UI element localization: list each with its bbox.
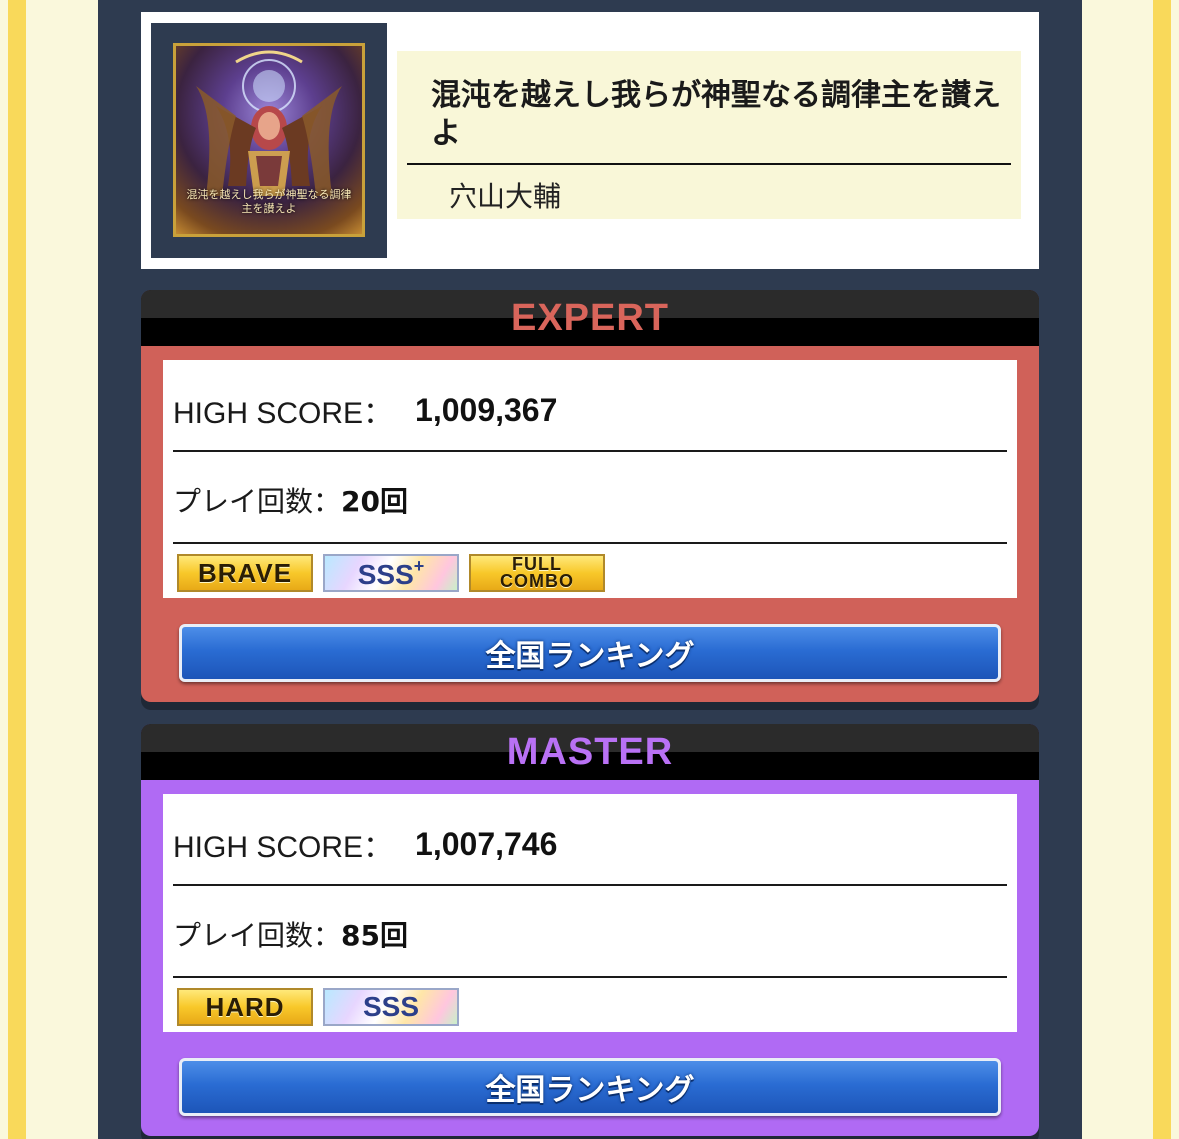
badge-sss-plus: SSS+ [323, 554, 459, 592]
badge-full-combo: FULL COMBO [469, 554, 605, 592]
badge-list: BRAVE SSS+ FULL COMBO [177, 554, 605, 592]
high-score-value: 1,007,746 [415, 825, 558, 862]
song-artist: 穴山大輔 [449, 180, 562, 213]
song-jacket-image: 混沌を越えし我らが神聖なる調律主を讃えよ [173, 43, 365, 237]
score-card: HIGH SCORE： 1,009,367 プレイ回数： 20回 BRAVE S… [163, 360, 1017, 598]
song-title: 混沌を越えし我らが神聖なる調律主を讃えよ [431, 78, 1001, 151]
ranking-button-label: 全国ランキング [485, 1073, 695, 1108]
song-info-box: 混沌を越えし我らが神聖なる調律主を讃えよ 穴山大輔 [397, 51, 1021, 219]
play-count-row: プレイ回数： 20回 [173, 478, 408, 522]
play-count-value: 20回 [341, 485, 408, 518]
badge-line: COMBO [500, 571, 574, 591]
difficulty-name: EXPERT [510, 297, 670, 339]
play-count-row: プレイ回数： 85回 [173, 912, 408, 956]
play-count-label: プレイ回数： [173, 919, 342, 952]
national-ranking-button[interactable]: 全国ランキング [179, 624, 1001, 682]
divider [173, 976, 1007, 978]
divider [173, 542, 1007, 544]
high-score-value: 1,009,367 [415, 391, 558, 428]
badge-brave: BRAVE [177, 554, 313, 592]
ranking-button-label: 全国ランキング [485, 639, 695, 674]
left-rail [8, 0, 26, 1139]
score-card: HIGH SCORE： 1,007,746 プレイ回数： 85回 HARD SS… [163, 794, 1017, 1032]
badge-list: HARD SSS [177, 988, 459, 1026]
high-score-label: HIGH SCORE： [173, 831, 394, 864]
difficulty-header: EXPERT [141, 290, 1039, 346]
badge-hard: HARD [177, 988, 313, 1026]
difficulty-header: MASTER [141, 724, 1039, 780]
difficulty-section-expert: EXPERT HIGH SCORE： 1,009,367 プレイ回数： 20回 … [141, 290, 1039, 702]
high-score-row: HIGH SCORE： 1,009,367 [173, 388, 557, 432]
high-score-row: HIGH SCORE： 1,007,746 [173, 822, 557, 866]
badge-sss-plus-text: SSS+ [357, 555, 425, 590]
song-header-card: 混沌を越えし我らが神聖なる調律主を讃えよ 混沌を越えし我らが神聖なる調律主を讃え… [141, 12, 1039, 269]
difficulty-name: MASTER [506, 731, 674, 773]
high-score-label: HIGH SCORE： [173, 397, 394, 430]
divider [173, 884, 1007, 886]
play-count-label: プレイ回数： [173, 485, 342, 518]
jacket-frame: 混沌を越えし我らが神聖なる調律主を讃えよ [151, 23, 387, 258]
right-rail [1153, 0, 1171, 1139]
difficulty-section-master: MASTER HIGH SCORE： 1,007,746 プレイ回数： 85回 … [141, 724, 1039, 1136]
divider [173, 450, 1007, 452]
title-divider [407, 163, 1011, 165]
badge-sss: SSS [323, 988, 459, 1026]
plus-mark: + [413, 555, 425, 576]
play-count-value: 85回 [341, 919, 408, 952]
national-ranking-button[interactable]: 全国ランキング [179, 1058, 1001, 1116]
jacket-caption: 混沌を越えし我らが神聖なる調律主を讃えよ [186, 188, 352, 215]
